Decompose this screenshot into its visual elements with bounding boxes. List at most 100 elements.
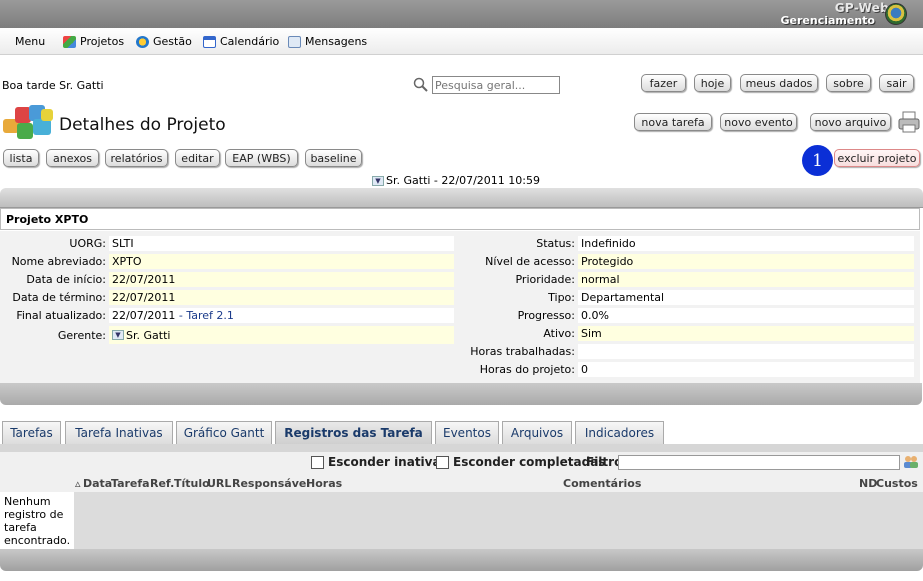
tab-content-footer — [0, 549, 923, 571]
column-ref[interactable]: Ref. — [150, 477, 174, 490]
sort-arrow-icon[interactable]: ▵ — [75, 477, 81, 490]
column-comentarios[interactable]: Comentários — [563, 477, 641, 490]
search-icon[interactable] — [413, 77, 429, 93]
ativo-label: Ativo: — [543, 327, 575, 340]
relatorios-button[interactable]: relatórios — [105, 149, 168, 167]
menu-item-menu[interactable]: Menu — [15, 35, 45, 48]
horas-projeto-label: Horas do projeto: — [479, 363, 575, 376]
greeting-text: Boa tarde Sr. Gatti — [2, 79, 104, 92]
nivel-acesso-value: Protegido — [578, 254, 914, 269]
tab-tarefas[interactable]: Tarefas — [2, 421, 61, 444]
column-horas[interactable]: Horas — [306, 477, 342, 490]
column-nd[interactable]: ND — [859, 477, 877, 490]
tipo-value: Departamental — [578, 290, 914, 305]
empty-message: Nenhum registro de tarefa encontrado. — [2, 494, 74, 548]
dropdown-icon[interactable]: ▼ — [112, 330, 124, 340]
menu-item-mensagens[interactable]: Mensagens — [288, 35, 367, 48]
search-input[interactable] — [432, 76, 560, 94]
annotation-badge: 1 — [802, 145, 833, 176]
data-inicio-label: Data de início: — [26, 273, 106, 286]
gestao-icon — [136, 35, 149, 48]
column-url[interactable]: URL — [207, 477, 231, 490]
uorg-label: UORG: — [69, 237, 106, 250]
editar-button[interactable]: editar — [175, 149, 220, 167]
ativo-value: Sim — [578, 326, 914, 341]
column-data[interactable]: Data — [83, 477, 112, 490]
data-termino-value: 22/07/2011 — [109, 290, 454, 305]
top-header: GP-Web Gerenciamento — [0, 0, 923, 28]
sobre-button[interactable]: sobre — [826, 74, 871, 92]
tipo-label: Tipo: — [548, 291, 575, 304]
tab-indicadores[interactable]: Indicadores — [575, 421, 664, 444]
novo-evento-button[interactable]: novo evento — [720, 113, 797, 131]
menu-item-calendario[interactable]: Calendário — [203, 35, 279, 48]
project-puzzle-icon — [3, 105, 53, 139]
menu-label: Projetos — [80, 35, 125, 48]
task-link[interactable]: - Taref 2.1 — [179, 309, 234, 322]
tab-eventos[interactable]: Eventos — [435, 421, 499, 444]
column-custos[interactable]: Custos — [876, 477, 918, 490]
progresso-label: Progresso: — [517, 309, 575, 322]
owner-line: ▼ Sr. Gatti - 22/07/2011 10:59 — [372, 174, 540, 187]
uorg-value: SLTI — [109, 236, 454, 251]
baseline-button[interactable]: baseline — [305, 149, 362, 167]
hide-inactive-label: Esconder inativas — [328, 455, 448, 469]
sair-button[interactable]: sair — [879, 74, 914, 92]
filter-input[interactable] — [618, 455, 900, 470]
panel-footer-bar — [0, 383, 922, 405]
horas-projeto-value: 0 — [578, 362, 914, 377]
anexos-button[interactable]: anexos — [46, 149, 99, 167]
project-details: UORG: SLTI Nome abreviado: XPTO Data de … — [0, 231, 920, 383]
gerente-label: Gerente: — [57, 329, 106, 342]
data-inicio-value: 22/07/2011 — [109, 272, 454, 287]
column-tarefa[interactable]: Tarefa — [111, 477, 150, 490]
lista-button[interactable]: lista — [3, 149, 39, 167]
column-titulo[interactable]: Título — [174, 477, 210, 490]
excluir-projeto-button[interactable]: excluir projeto — [834, 149, 920, 167]
final-atualizado-label: Final atualizado: — [16, 309, 106, 322]
calendar-icon — [203, 35, 216, 48]
data-termino-label: Data de término: — [12, 291, 106, 304]
hide-inactive-checkbox[interactable] — [311, 456, 324, 469]
envelope-icon — [288, 35, 301, 48]
nome-abreviado-label: Nome abreviado: — [11, 255, 106, 268]
meus-dados-button[interactable]: meus dados — [740, 74, 818, 92]
status-value: Indefinido — [578, 236, 914, 251]
horas-trabalhadas-label: Horas trabalhadas: — [470, 345, 575, 358]
gerente-name: Sr. Gatti — [126, 328, 171, 342]
menu-label: Menu — [15, 35, 46, 48]
table-body — [74, 492, 923, 549]
hoje-button[interactable]: hoje — [694, 74, 731, 92]
tab-tarefa-inativas[interactable]: Tarefa Inativas — [65, 421, 173, 444]
status-label: Status: — [536, 237, 575, 250]
hide-completed-checkbox[interactable] — [436, 456, 449, 469]
printer-icon[interactable] — [897, 110, 921, 134]
tab-grafico-gantt[interactable]: Gráfico Gantt — [176, 421, 272, 444]
nome-abreviado-value: XPTO — [109, 254, 454, 269]
fazer-button[interactable]: fazer — [641, 74, 686, 92]
puzzle-icon — [63, 35, 76, 48]
column-responsavel[interactable]: Responsável — [232, 477, 310, 490]
menu-label: Gestão — [153, 35, 192, 48]
menu-item-gestao[interactable]: Gestão — [136, 35, 192, 48]
novo-arquivo-button[interactable]: novo arquivo — [810, 113, 891, 131]
dropdown-icon[interactable]: ▼ — [372, 175, 384, 186]
horas-trabalhadas-value — [578, 344, 914, 359]
users-icon[interactable] — [902, 454, 920, 470]
brand-subtitle: Gerenciamento — [780, 14, 876, 27]
tab-arquivos[interactable]: Arquivos — [502, 421, 572, 444]
menu-label: Calendário — [220, 35, 280, 48]
nova-tarefa-button[interactable]: nova tarefa — [634, 113, 712, 131]
hide-completed-label: Esconder completadas — [453, 455, 606, 469]
page-title: Detalhes do Projeto — [59, 115, 226, 135]
menu-bar: Menu Projetos Gestão Calendário Mensagen… — [0, 28, 923, 55]
menu-label: Mensagens — [305, 35, 368, 48]
menu-item-projetos[interactable]: Projetos — [63, 35, 124, 48]
tab-registros-das-tarefa[interactable]: Registros das Tarefa — [275, 421, 432, 444]
brasao-logo-icon — [885, 3, 907, 25]
final-atualizado-value: 22/07/2011 - Taref 2.1 — [109, 308, 454, 323]
owner-timestamp: Sr. Gatti - 22/07/2011 10:59 — [386, 174, 540, 187]
eap-wbs-button[interactable]: EAP (WBS) — [225, 149, 298, 167]
brand-name: GP-Web — [834, 1, 889, 15]
project-name: Projeto XPTO — [0, 208, 920, 230]
